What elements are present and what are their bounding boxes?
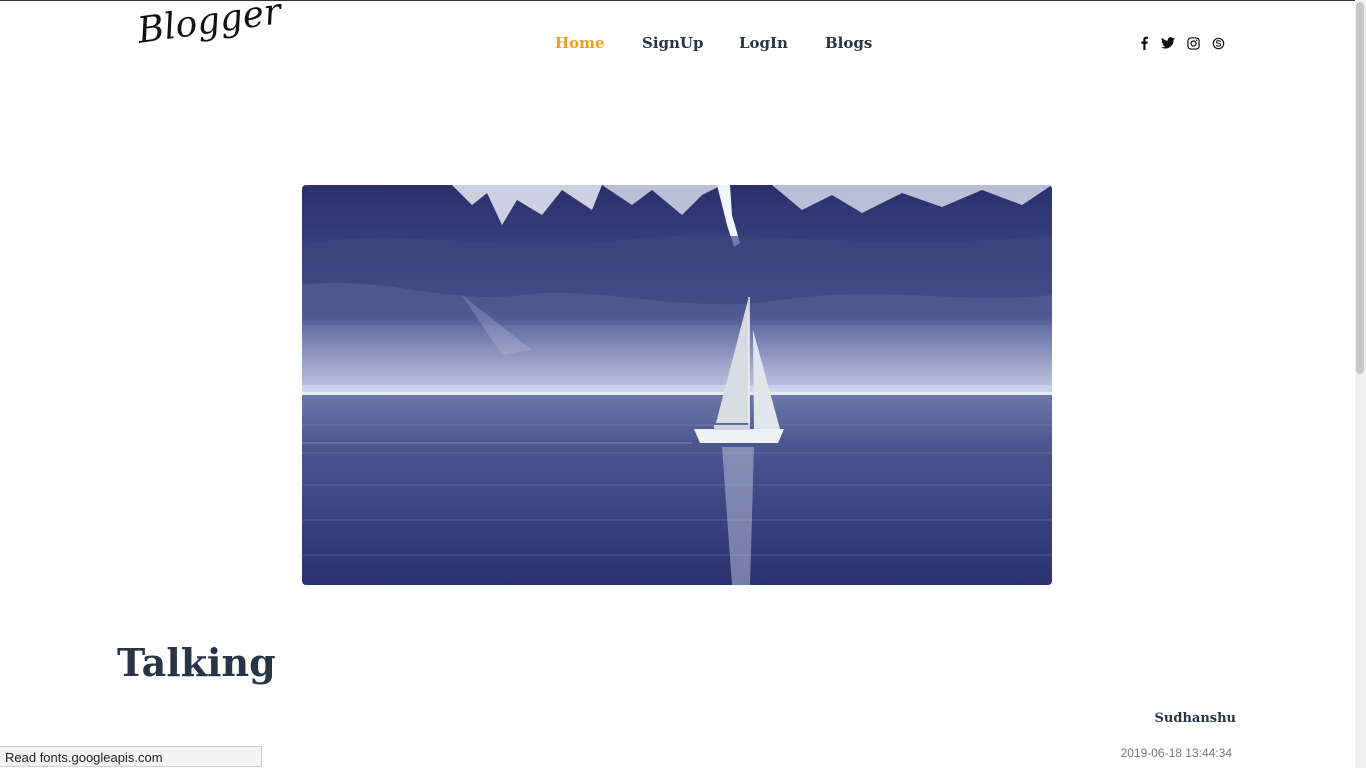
post-date: 2019-06-18 13:44:34: [1120, 746, 1232, 760]
nav-login[interactable]: LogIn: [739, 34, 788, 52]
scrollbar-thumb[interactable]: [1356, 2, 1364, 374]
post-title: Talking: [117, 640, 276, 685]
twitter-icon[interactable]: [1160, 35, 1176, 51]
nav-home[interactable]: Home: [555, 34, 605, 52]
social-links: [1136, 35, 1236, 51]
instagram-icon[interactable]: [1185, 35, 1201, 51]
post-author: Sudhanshu: [1154, 711, 1236, 726]
nav-blogs[interactable]: Blogs: [825, 34, 872, 52]
skype-icon[interactable]: [1210, 35, 1226, 51]
facebook-icon[interactable]: [1136, 35, 1152, 51]
hero-image: [302, 185, 1052, 585]
browser-status-bar: Read fonts.googleapis.com: [0, 746, 262, 767]
nav-signup[interactable]: SignUp: [642, 34, 704, 52]
